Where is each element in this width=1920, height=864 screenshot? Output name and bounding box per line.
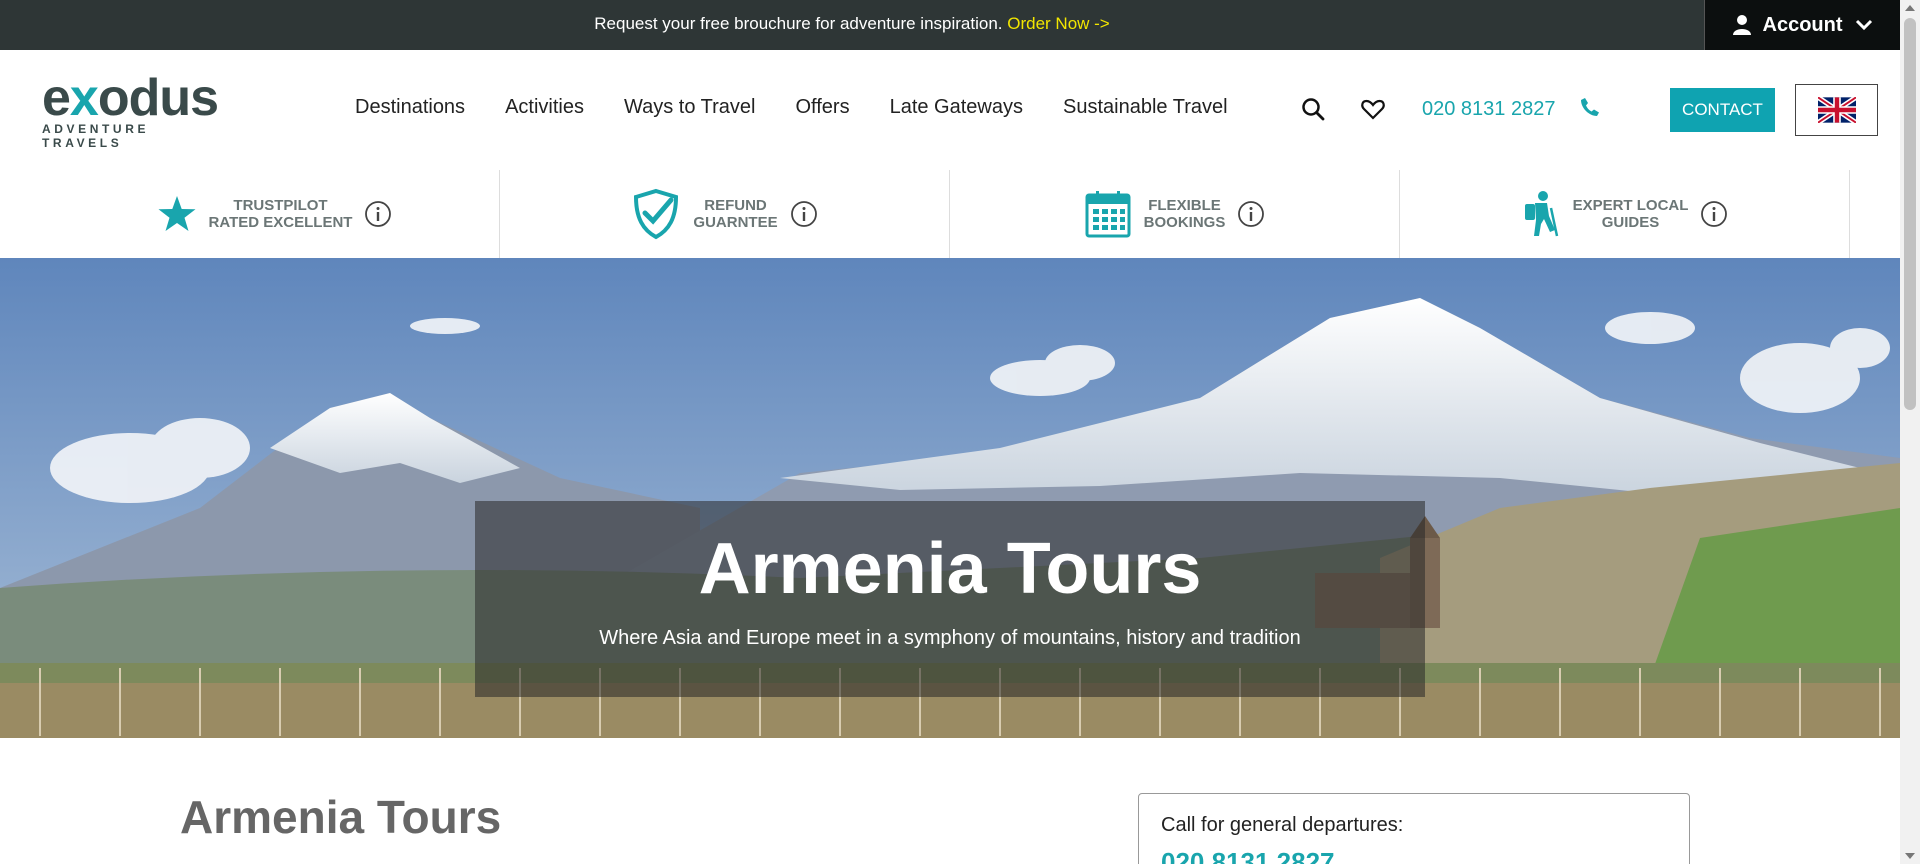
account-menu[interactable]: Account	[1704, 0, 1900, 50]
header-phone[interactable]: 020 8131 2827	[1422, 96, 1601, 121]
usp-guides: EXPERT LOCAL GUIDES	[1400, 170, 1850, 258]
usp-label: TRUSTPILOT RATED EXCELLENT	[208, 197, 353, 231]
call-label: Call for general departures:	[1161, 814, 1404, 836]
star-icon	[158, 196, 196, 231]
hero-subtitle: Where Asia and Europe meet in a symphony…	[599, 627, 1301, 649]
call-number[interactable]: 020 8131 2827	[1161, 847, 1667, 864]
nav-offers[interactable]: Offers	[795, 96, 849, 119]
nav-activities[interactable]: Activities	[505, 96, 584, 119]
exodus-logo[interactable]: exodus ADVENTURE TRAVELS	[42, 69, 232, 150]
order-now-link[interactable]: Order Now ->	[1007, 14, 1110, 33]
nav-ways-to-travel[interactable]: Ways to Travel	[624, 96, 756, 119]
call-box: Call for general departures: 020 8131 28…	[1138, 793, 1690, 864]
info-icon[interactable]	[364, 200, 392, 228]
user-icon	[1732, 15, 1751, 35]
hero-banner: Armenia Tours Where Asia and Europe meet…	[0, 258, 1900, 738]
hero-overlay: Armenia Tours Where Asia and Europe meet…	[475, 501, 1425, 697]
scroll-thumb[interactable]	[1904, 18, 1916, 410]
hero-title: Armenia Tours	[698, 529, 1202, 609]
info-icon[interactable]	[790, 200, 818, 228]
promo-bar: Request your free brouchure for adventur…	[0, 0, 1900, 50]
contact-button[interactable]: CONTACT	[1670, 88, 1775, 132]
usp-label: REFUND GUARNTEE	[693, 197, 778, 231]
usp-refund: REFUND GUARNTEE	[500, 170, 950, 258]
phone-number: 020 8131 2827	[1422, 98, 1556, 120]
nav-destinations[interactable]: Destinations	[355, 96, 465, 119]
uk-flag-icon	[1817, 97, 1856, 123]
hiker-icon	[1524, 191, 1558, 237]
search-icon[interactable]	[1300, 96, 1326, 122]
logo-wordmark: exodus	[42, 69, 219, 127]
nav-late-gateways[interactable]: Late Gateways	[890, 96, 1023, 119]
main-nav: Destinations Activities Ways to Travel O…	[355, 96, 1228, 119]
page-scrollbar[interactable]	[1900, 0, 1920, 864]
info-icon[interactable]	[1237, 200, 1265, 228]
usp-flexible: FLEXIBLE BOOKINGS	[950, 170, 1400, 258]
chevron-down-icon	[1855, 19, 1872, 31]
calendar-icon	[1085, 191, 1131, 238]
language-selector[interactable]	[1795, 84, 1878, 136]
scroll-down-arrow[interactable]	[1905, 853, 1915, 859]
promo-message: Request your free brouchure for adventur…	[0, 0, 1704, 50]
account-label: Account	[1762, 13, 1843, 36]
nav-sustainable-travel[interactable]: Sustainable Travel	[1063, 96, 1228, 119]
promo-text: Request your free brouchure for adventur…	[594, 14, 1003, 33]
info-icon[interactable]	[1700, 200, 1728, 228]
shield-check-icon	[634, 188, 679, 240]
phone-icon	[1581, 98, 1600, 116]
site-header: exodus ADVENTURE TRAVELS Destinations Ac…	[0, 50, 1900, 168]
page-title: Armenia Tours	[180, 791, 502, 843]
usp-label: FLEXIBLE BOOKINGS	[1143, 197, 1226, 231]
usp-strip: TRUSTPILOT RATED EXCELLENT REFUND GUARNTEE…	[0, 168, 1900, 258]
usp-trustpilot: TRUSTPILOT RATED EXCELLENT	[50, 170, 500, 258]
usp-label: EXPERT LOCAL GUIDES	[1572, 197, 1689, 231]
heart-icon[interactable]	[1360, 96, 1386, 122]
scroll-up-arrow[interactable]	[1905, 5, 1915, 11]
